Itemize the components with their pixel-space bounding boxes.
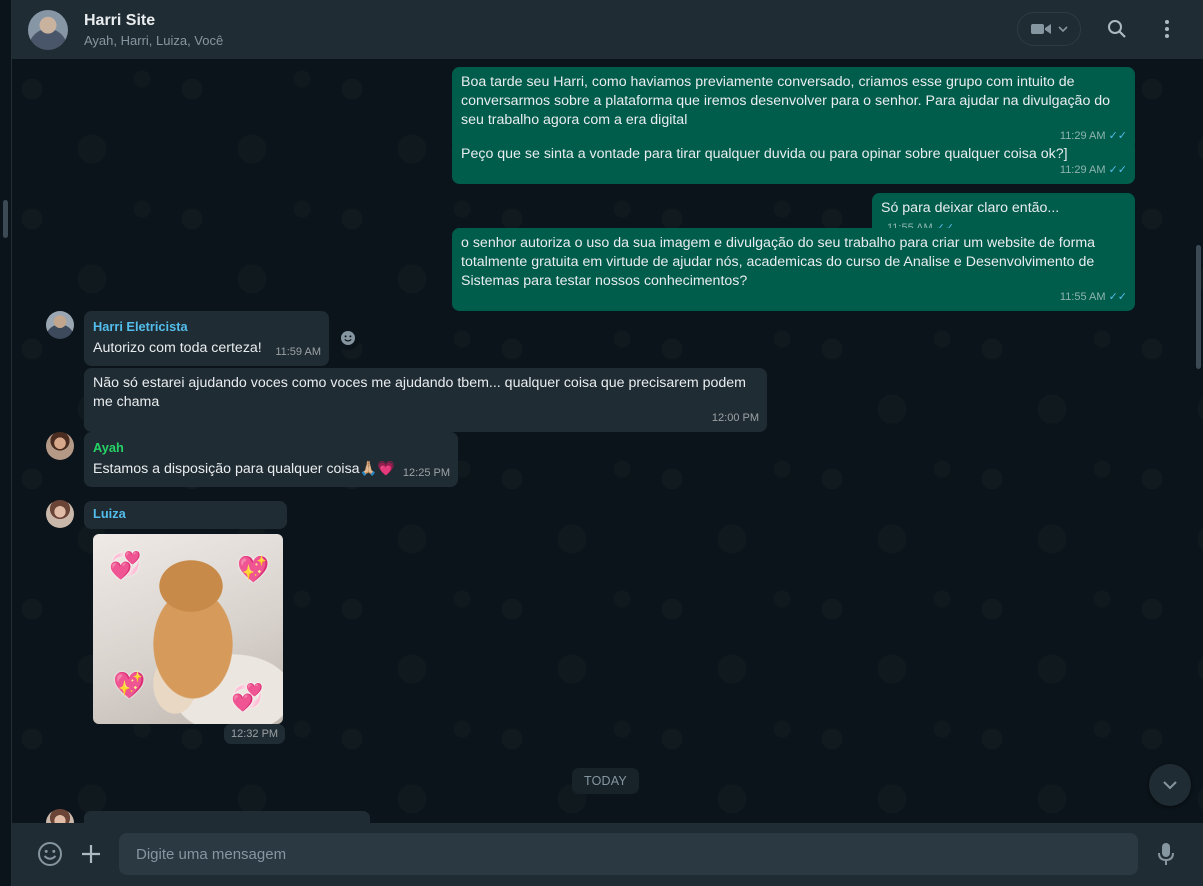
sender-name[interactable]: Harri Eletricista: [93, 319, 320, 335]
sender-name[interactable]: Ayah: [93, 440, 449, 456]
sender-avatar-luiza[interactable]: [46, 500, 74, 528]
chat-title: Harri Site: [84, 11, 156, 29]
message-time: 11:55 AM: [1059, 291, 1106, 303]
message-text: Só para deixar claro então...: [881, 200, 1060, 216]
group-avatar[interactable]: [28, 9, 68, 50]
message-incoming[interactable]: Harri Eletricista Autorizo com toda cert…: [84, 311, 329, 366]
message-text: Não só estarei ajudando voces como voces…: [93, 375, 746, 410]
sender-avatar-partial[interactable]: [46, 809, 74, 823]
message-outgoing[interactable]: Peço que se sinta a vontade para tirar q…: [452, 139, 1135, 184]
sticker-time: 12:32 PM: [224, 724, 286, 744]
shiba-inu-hearts-sticker[interactable]: 💞 💖 💖 💞: [93, 534, 283, 724]
heart-icon: 💖: [113, 670, 146, 700]
menu-button[interactable]: [1149, 12, 1185, 46]
chat-header[interactable]: Harri Site Ayah, Harri, Luiza, Você: [12, 0, 1203, 59]
chevron-down-icon: [1163, 781, 1177, 790]
message-incoming[interactable]: Ayah Estamos a disposição para qualquer …: [84, 432, 458, 487]
double-check-icon: ✓✓: [1108, 291, 1127, 303]
message-time: 11:59 AM: [275, 346, 321, 358]
header-actions: [1017, 12, 1185, 46]
message-text: Peço que se sinta a vontade para tirar q…: [461, 146, 1068, 162]
message-text: Autorizo com toda certeza!: [93, 340, 262, 356]
microphone-icon: [1158, 843, 1174, 865]
search-icon: [1108, 20, 1126, 38]
chevron-down-icon: [1058, 25, 1068, 32]
message-text: Boa tarde seu Harri, como haviamos previ…: [461, 74, 1111, 128]
search-button[interactable]: [1099, 12, 1135, 46]
chat-scrollbar-thumb[interactable]: [1196, 245, 1201, 369]
heart-icon: 💞: [109, 550, 142, 580]
scroll-to-bottom-button[interactable]: [1149, 764, 1191, 806]
video-call-button[interactable]: [1017, 12, 1081, 46]
message-text: o senhor autoriza o uso da sua imagem e …: [461, 235, 1096, 289]
react-button[interactable]: [336, 326, 360, 350]
sticker-sender-label[interactable]: Luiza: [84, 501, 287, 529]
chat-header-info[interactable]: Harri Site Ayah, Harri, Luiza, Você: [84, 12, 223, 48]
message-composer: [12, 823, 1203, 886]
plus-icon: [82, 845, 100, 863]
message-text: Estamos a disposição para qualquer coisa…: [93, 461, 395, 477]
left-pane-edge: [0, 0, 12, 886]
more-vertical-icon: [1165, 20, 1169, 38]
message-outgoing[interactable]: Boa tarde seu Harri, como haviamos previ…: [452, 67, 1135, 150]
message-time: 12:25 PM: [402, 467, 450, 479]
voice-message-button[interactable]: [1148, 836, 1184, 872]
double-check-icon: ✓✓: [1108, 164, 1127, 176]
heart-icon: 💞: [231, 682, 264, 712]
message-input[interactable]: [119, 833, 1138, 875]
sender-name[interactable]: Luiza: [93, 506, 278, 522]
message-meta: 11:55 AM✓✓: [1060, 288, 1127, 307]
video-camera-icon: [1031, 24, 1051, 34]
message-incoming[interactable]: Não só estarei ajudando voces como voces…: [84, 368, 767, 432]
message-meta: 12:25 PM: [403, 464, 450, 483]
message-incoming-partial[interactable]: [84, 811, 370, 823]
message-list[interactable]: Boa tarde seu Harri, como haviamos previ…: [12, 59, 1203, 823]
message-meta: 12:00 PM: [712, 409, 759, 428]
sender-avatar-ayah[interactable]: [46, 432, 74, 460]
date-divider: TODAY: [572, 768, 639, 794]
message-outgoing[interactable]: o senhor autoriza o uso da sua imagem e …: [452, 228, 1135, 311]
emoji-button[interactable]: [32, 836, 68, 872]
emoji-icon: [341, 331, 355, 345]
sender-avatar-harri[interactable]: [46, 311, 74, 339]
heart-icon: 💖: [237, 554, 270, 584]
emoji-icon: [38, 842, 62, 866]
chat-members: Ayah, Harri, Luiza, Você: [84, 32, 224, 48]
left-scrollbar-thumb[interactable]: [3, 200, 8, 238]
attach-button[interactable]: [73, 836, 109, 872]
message-time: 11:29 AM: [1059, 164, 1106, 176]
message-meta: 11:59 AM: [275, 343, 321, 362]
message-meta: 11:29 AM ✓✓: [1060, 161, 1127, 180]
message-time: 12:00 PM: [711, 412, 759, 424]
